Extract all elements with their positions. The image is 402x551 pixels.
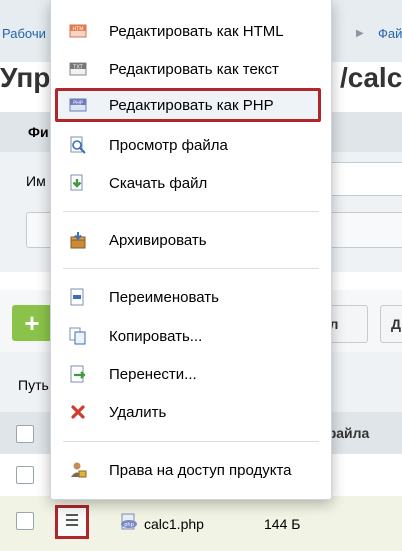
breadcrumb-desktop-link[interactable]: Рабочи — [2, 26, 46, 41]
text-edit-icon: TXT — [69, 62, 87, 76]
select-all-checkbox[interactable] — [16, 425, 34, 443]
access-rights-icon — [71, 462, 87, 478]
menu-item-access-rights[interactable]: Права на доступ продукта — [51, 452, 333, 488]
file-size: 144 Б — [264, 516, 301, 532]
menu-item-label: Права на доступ продукта — [109, 462, 292, 479]
menu-item-move[interactable]: Перенести... — [51, 356, 333, 392]
menu-item-download[interactable]: Скачать файл — [51, 165, 333, 201]
svg-text:TXT: TXT — [72, 65, 83, 71]
form-field-label: Им — [26, 173, 46, 189]
menu-item-label: Копировать... — [109, 328, 203, 345]
hamburger-icon — [66, 514, 78, 529]
rename-icon — [70, 288, 84, 306]
move-icon — [70, 365, 86, 383]
menu-item-label: Удалить — [109, 404, 167, 421]
copy-icon — [69, 327, 86, 345]
menu-separator — [63, 441, 319, 442]
menu-separator — [63, 268, 319, 269]
add-button[interactable]: + — [12, 305, 52, 341]
menu-item-label: Переименовать — [109, 289, 219, 306]
svg-text:PHP: PHP — [73, 101, 83, 107]
toolbar-button-far-right[interactable]: Д — [380, 305, 402, 343]
file-context-menu: HTM Редактировать как HTML TXT Редактиро… — [50, 0, 332, 500]
php-file-icon: php — [121, 513, 137, 530]
toolbar-button-far-right-label: Д — [391, 316, 401, 332]
menu-item-label: Редактировать как PHP — [109, 97, 274, 114]
menu-item-label: Перенести... — [109, 366, 197, 383]
menu-item-label: Скачать файл — [109, 175, 208, 192]
menu-item-archive[interactable]: Архивировать — [51, 222, 333, 258]
svg-text:HTM: HTM — [72, 27, 83, 33]
menu-item-label: Редактировать как текст — [109, 61, 279, 78]
file-name-link[interactable]: calc1.php — [144, 516, 204, 532]
menu-item-edit-php[interactable]: PHP Редактировать как PHP — [55, 88, 321, 122]
menu-item-edit-text[interactable]: TXT Редактировать как текст — [51, 51, 333, 87]
page-title-left: Упр — [0, 62, 51, 93]
svg-text:php: php — [124, 522, 134, 528]
menu-item-copy[interactable]: Копировать... — [51, 318, 333, 354]
html-edit-icon: HTM — [69, 24, 87, 38]
view-file-icon — [70, 136, 86, 154]
menu-item-label: Редактировать как HTML — [109, 23, 284, 40]
menu-item-rename[interactable]: Переименовать — [51, 279, 333, 315]
row-checkbox-selected[interactable] — [16, 512, 34, 530]
menu-item-label: Просмотр файла — [109, 137, 228, 154]
path-label: Путь — [18, 377, 49, 393]
page-title-right: /calc — [340, 62, 402, 93]
menu-item-delete[interactable]: Удалить — [51, 394, 333, 430]
row-checkbox[interactable] — [16, 466, 34, 484]
form-tab-label[interactable]: Фи — [28, 124, 49, 140]
archive-icon — [70, 232, 86, 249]
php-edit-icon: PHP — [69, 98, 87, 112]
delete-icon — [71, 405, 85, 419]
breadcrumb-arrow-icon: ▶ — [356, 28, 364, 39]
menu-item-label: Архивировать — [109, 232, 207, 249]
breadcrumb-files-link[interactable]: Фай — [378, 26, 402, 41]
download-icon — [70, 174, 83, 191]
menu-item-view-file[interactable]: Просмотр файла — [51, 127, 333, 163]
menu-separator — [63, 211, 319, 212]
menu-item-edit-html[interactable]: HTM Редактировать как HTML — [51, 13, 333, 49]
